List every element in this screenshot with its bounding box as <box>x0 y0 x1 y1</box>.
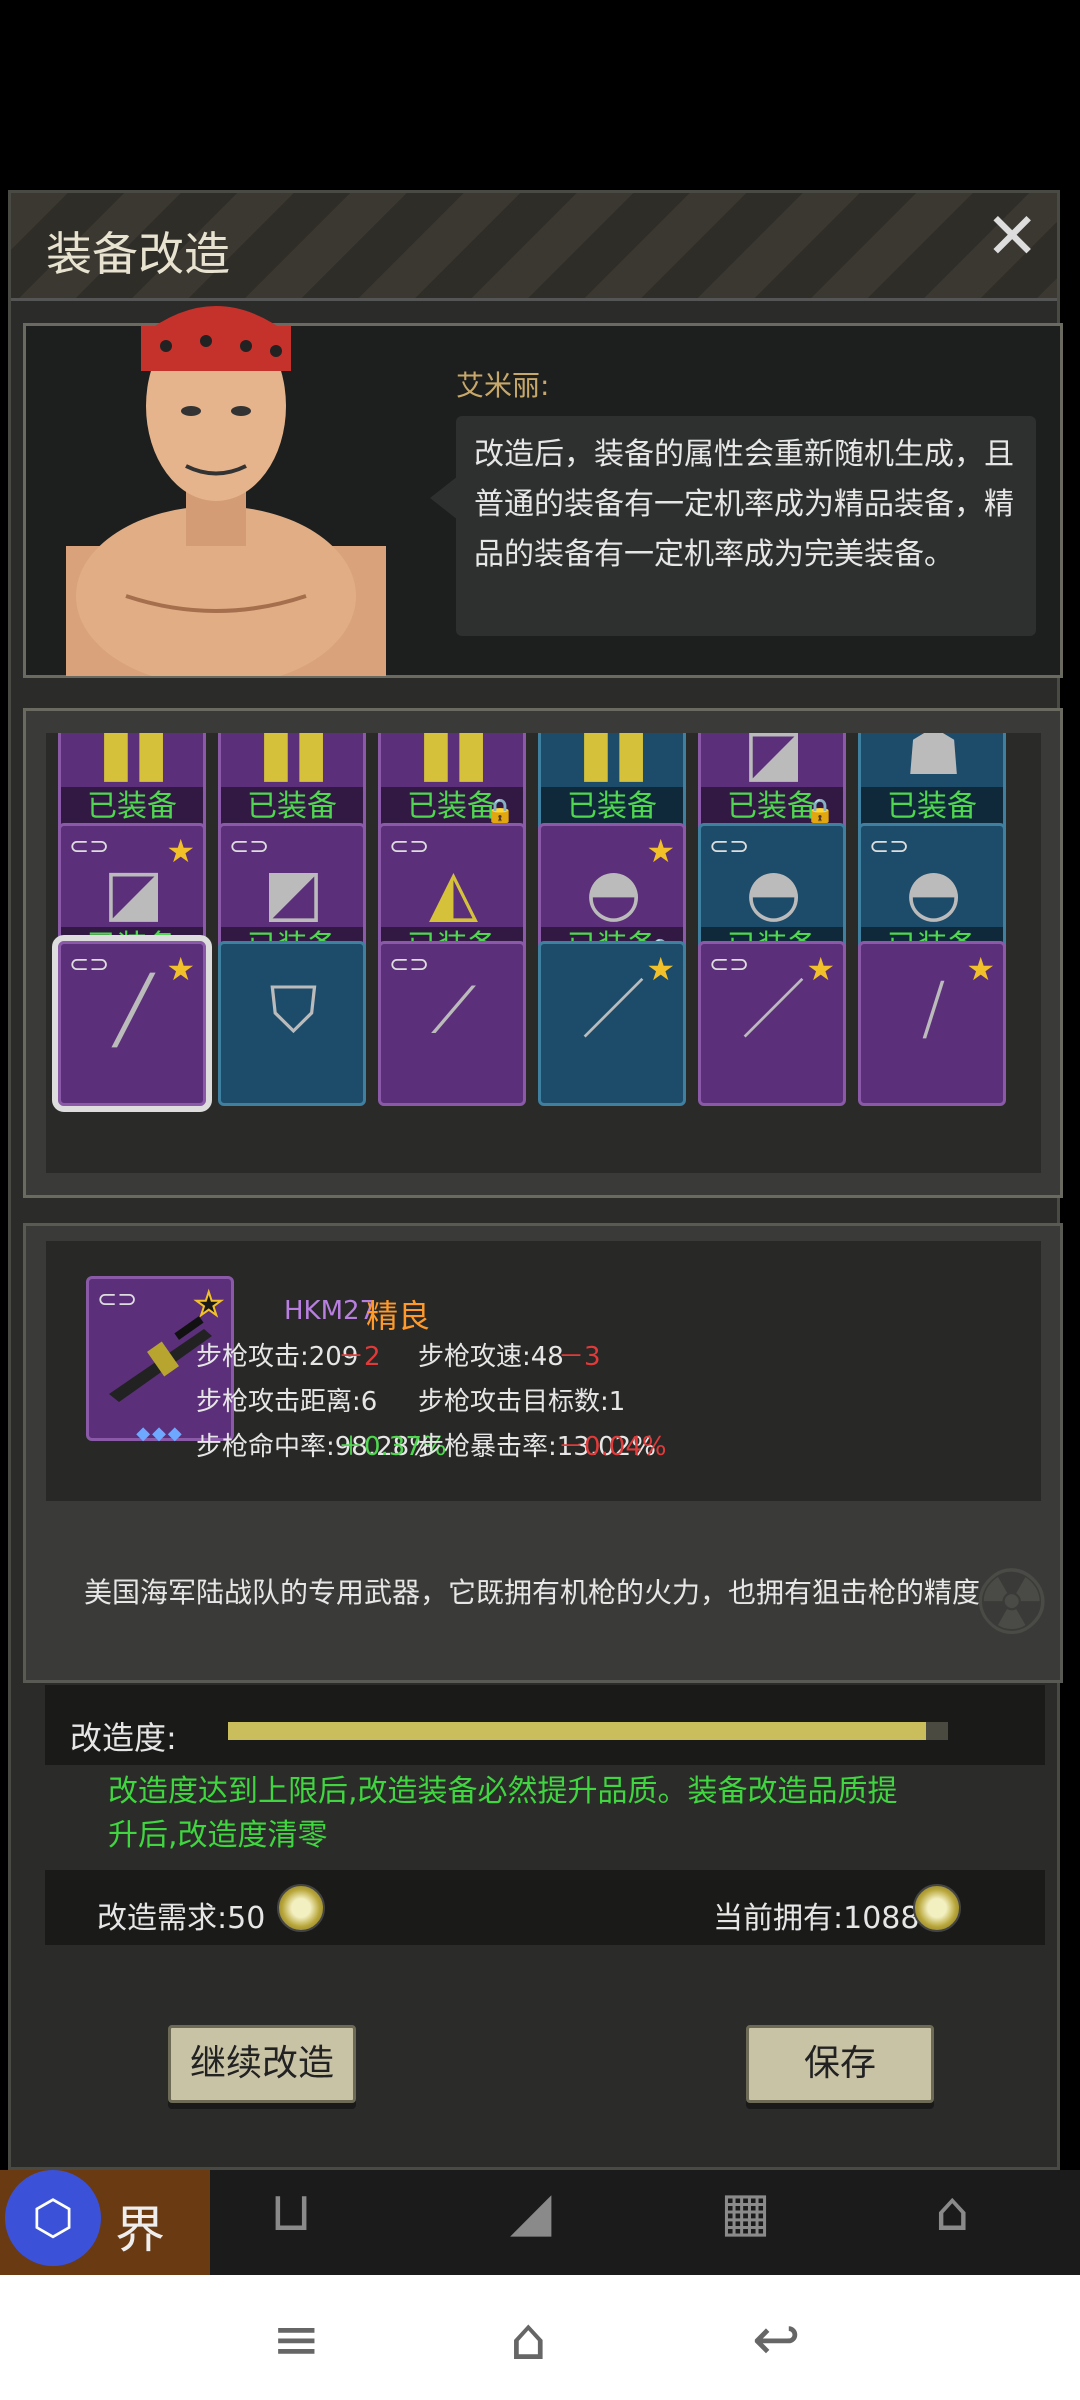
speech-tail <box>430 476 458 520</box>
star-icon: ★ <box>166 950 195 988</box>
star-icon: ★ <box>646 832 675 870</box>
inventory-slot[interactable]: ⛉ <box>218 941 366 1106</box>
progress-note: 改造度达到上限后,改造装备必然提升品质。装备改造品质提升后,改造度清零 <box>108 1774 898 1853</box>
item-description: 美国海军陆战队的专用武器，它既拥有机枪的火力，也拥有狙击枪的精度 <box>84 1576 981 1609</box>
inventory-slot[interactable]: ⧸ ★ <box>858 941 1006 1106</box>
progress-label: 改造度: <box>70 1719 177 1757</box>
star-icon: ★ <box>646 950 675 988</box>
blade-icon: ⟋ <box>431 974 476 1048</box>
star-icon: ★ <box>966 950 995 988</box>
lock-icon: 🔒 <box>485 797 515 825</box>
required-cost: 改造需求:50 <box>97 1901 266 1936</box>
item-name: HKM27 <box>284 1296 377 1326</box>
link-icon: ⊂⊃ <box>229 832 270 860</box>
shield-icon: ⛉ <box>269 974 318 1048</box>
close-icon[interactable]: ✕ <box>985 205 1039 269</box>
npc-name: 艾米丽: <box>456 369 550 402</box>
back-icon[interactable]: ↩ <box>752 2305 801 2373</box>
coin-icon <box>913 1884 961 1932</box>
link-icon: ⊂⊃ <box>389 832 430 860</box>
link-icon: ⊂⊃ <box>389 950 430 978</box>
star-icon: ★ <box>806 950 835 988</box>
app-logo-icon[interactable]: ⬡ <box>5 2170 101 2266</box>
status-area <box>0 0 1080 190</box>
equipped-label: 已装备 <box>221 787 363 827</box>
stat-speed: 步枪攻速:48 <box>418 1342 564 1372</box>
link-icon: ⊂⊃ <box>69 832 110 860</box>
dialog-title: 装备改造 <box>46 227 230 281</box>
item-detail-panel: ⊂⊃ ★ ◆◆◆ HKM27 精良 步枪攻击:209 －2 步枪攻速:48 －3… <box>23 1223 1063 1683</box>
lock-icon: 🔒 <box>805 797 835 825</box>
star-icon: ★ <box>166 832 195 870</box>
inventory-slot[interactable]: ⟋ ⊂⊃ <box>378 941 526 1106</box>
stat-speed-delta: －3 <box>558 1342 601 1372</box>
tab-world-label: 界 <box>115 2201 165 2259</box>
coin-icon <box>277 1884 325 1932</box>
progress-fill <box>228 1722 927 1740</box>
link-icon: ⊂⊃ <box>69 950 110 978</box>
inventory-slot[interactable]: ／ ★ <box>538 941 686 1106</box>
item-stats-area: ⊂⊃ ★ ◆◆◆ HKM27 精良 步枪攻击:209 －2 步枪攻速:48 －3… <box>46 1241 1041 1501</box>
link-icon: ⊂⊃ <box>869 832 910 860</box>
radiation-icon: ☢ <box>971 1551 1052 1656</box>
progress-bar <box>228 1722 948 1740</box>
bottom-tab-bar: 界 ⊔ ◢ ▦ ⌂ <box>0 2170 1080 2275</box>
stat-crit-delta: －0.04% <box>558 1432 667 1462</box>
npc-speech: 改造后，装备的属性会重新随机生成，且普通的装备有一定机率成为精品装备，精品的装备… <box>456 416 1036 636</box>
npc-portrait <box>66 306 386 676</box>
link-icon: ⊂⊃ <box>97 1285 138 1313</box>
stat-range: 步枪攻击距离:6 <box>196 1387 378 1417</box>
inventory-panel: ▮▮已装备▮▮已装备▮▮已装备🔒◆◆◆▮▮已装备◪已装备🔒☗已装备◪⊂⊃★已装备… <box>23 708 1063 1198</box>
character-icon[interactable]: ◢ <box>510 2180 552 2243</box>
menu-icon[interactable]: ≡ <box>272 2305 321 2373</box>
stat-targets: 步枪攻击目标数:1 <box>418 1387 626 1417</box>
owned-amount: 当前拥有:1088 <box>713 1901 920 1936</box>
equipped-label: 已装备 <box>861 787 1003 827</box>
inventory-slot[interactable]: ╱ ⊂⊃ ★ <box>52 935 212 1112</box>
inventory-slot[interactable]: ／ ⊂⊃ ★ <box>698 941 846 1106</box>
link-icon: ⊂⊃ <box>709 832 750 860</box>
equipped-label: 已装备 <box>541 787 683 827</box>
continue-modify-button[interactable]: 继续改造 <box>168 2025 356 2103</box>
system-nav-bar: ≡ ⌂ ↩ <box>0 2275 1080 2400</box>
save-button[interactable]: 保存 <box>746 2025 934 2103</box>
npc-panel: 艾米丽: 改造后，装备的属性会重新随机生成，且普通的装备有一定机率成为精品装备，… <box>23 306 1063 678</box>
stat-attack-delta: －2 <box>338 1342 381 1372</box>
inventory-grid[interactable]: ▮▮已装备▮▮已装备▮▮已装备🔒◆◆◆▮▮已装备◪已装备🔒☗已装备◪⊂⊃★已装备… <box>46 733 1041 1173</box>
link-icon: ⊂⊃ <box>709 950 750 978</box>
title-bar: 装备改造 ✕ <box>11 193 1057 301</box>
stat-attack: 步枪攻击:209 <box>196 1342 359 1372</box>
item-quality: 精良 <box>366 1297 431 1335</box>
home-icon[interactable]: ⌂ <box>510 2305 547 2373</box>
cart-icon[interactable]: ⌂ <box>935 2180 969 2243</box>
equipped-label: 已装备 <box>61 787 203 827</box>
grid-menu-icon[interactable]: ▦ <box>720 2180 771 2243</box>
backpack-icon[interactable]: ⊔ <box>270 2180 312 2243</box>
